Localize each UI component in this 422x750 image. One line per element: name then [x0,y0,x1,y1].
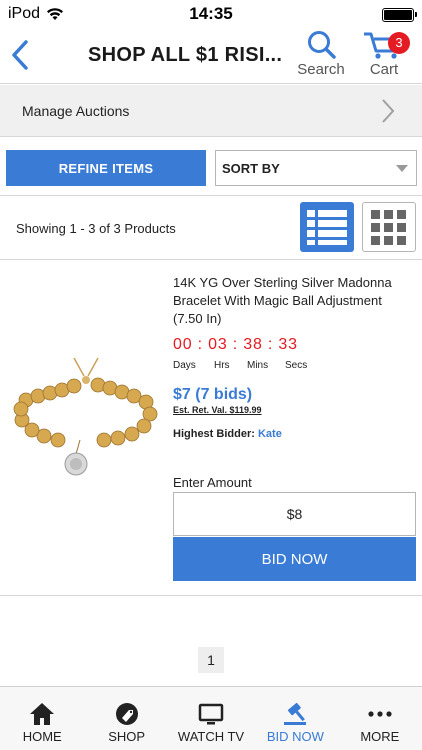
back-button[interactable] [8,38,32,72]
search-button[interactable]: Search [294,30,348,82]
highest-bidder-label: Highest Bidder: [173,428,255,440]
list-view-button[interactable] [300,202,354,252]
tab-home[interactable]: HOME [0,687,84,750]
countdown-unit-mins: Mins [247,360,269,371]
manage-auctions-label: Manage Auctions [22,103,130,119]
search-icon [308,31,336,59]
cart-button[interactable]: 3 Cart [354,30,414,82]
caret-down-icon [396,165,408,172]
enter-amount-label: Enter Amount [173,475,252,490]
filter-bar: REFINE ITEMS SORT BY [0,138,422,196]
bid-amount-input[interactable] [173,492,416,536]
chevron-right-icon [382,99,395,123]
grid-view-button[interactable] [362,202,416,252]
current-bid-price: $7 (7 bids) [173,386,253,403]
more-icon [368,711,392,717]
search-label: Search [297,61,345,78]
highest-bidder-name: Kate [257,428,282,440]
highest-bidder: Highest Bidder: Kate [173,428,282,440]
tab-bar: HOME SHOP WATCH TV BID NOW MORE [0,686,422,750]
tv-icon [198,703,224,725]
refine-items-button[interactable]: REFINE ITEMS [6,150,206,186]
tab-shop[interactable]: SHOP [84,687,168,750]
tab-bid-now[interactable]: BID NOW [253,687,337,750]
tab-more-label: MORE [360,729,400,744]
status-time: 14:35 [189,4,233,23]
tag-icon [115,703,138,725]
results-count: Showing 1 - 3 of 3 Products [16,221,176,236]
auction-countdown: 00 : 03 : 38 : 33 [173,336,298,353]
product-image[interactable] [10,350,160,500]
tab-home-label: HOME [22,729,62,744]
tab-more[interactable]: MORE [338,687,422,750]
tab-watch-tv[interactable]: WATCH TV [169,687,253,750]
status-bar: iPod 14:35 [0,0,422,28]
list-view-icon [307,210,347,245]
grid-view-icon [371,210,406,245]
estimated-retail-value: Est. Ret. Val. $119.99 [173,405,262,415]
countdown-unit-hrs: Hrs [214,360,230,371]
home-icon [30,703,55,725]
cart-label: Cart [369,61,399,78]
battery-icon [382,8,417,22]
product-title[interactable]: 14K YG Over Sterling Silver Madonna Brac… [173,274,415,328]
countdown-unit-secs: Secs [285,360,308,371]
cart-count-badge: 3 [388,32,410,54]
manage-auctions-row[interactable]: Manage Auctions [0,85,422,137]
page-number-1[interactable]: 1 [198,647,224,673]
countdown-unit-days: Days [173,360,196,371]
product-card: 14K YG Over Sterling Silver Madonna Brac… [0,262,422,596]
sort-by-label: SORT BY [222,161,280,176]
countdown-units: Days Hrs Mins Secs [173,360,307,371]
tab-bid-now-label: BID NOW [266,729,324,744]
tab-watch-tv-label: WATCH TV [177,729,245,744]
sort-by-select[interactable]: SORT BY [215,150,417,186]
chevron-left-icon [12,40,28,70]
page-title: SHOP ALL $1 RISI... [88,44,283,66]
results-summary-row: Showing 1 - 3 of 3 Products [0,196,422,260]
bid-now-button[interactable]: BID NOW [173,537,416,581]
nav-bar: SHOP ALL $1 RISI... Search 3 Cart [0,28,422,84]
gavel-icon [284,702,307,725]
tab-shop-label: SHOP [108,729,146,744]
